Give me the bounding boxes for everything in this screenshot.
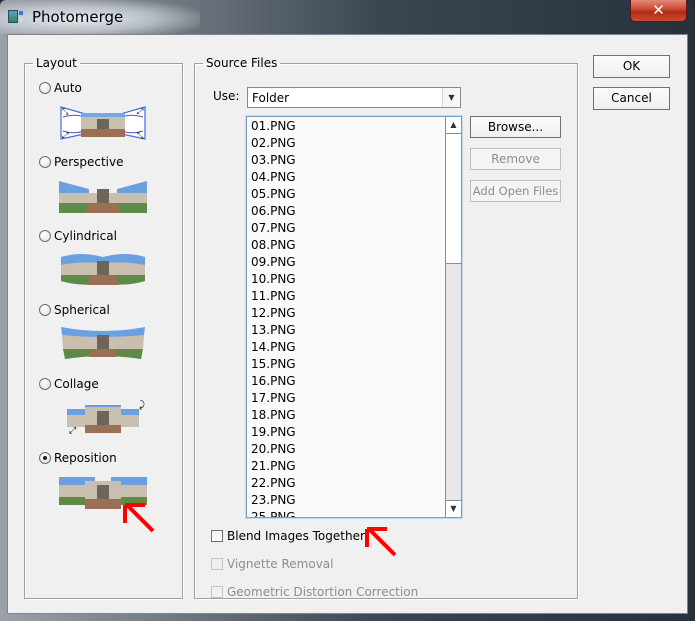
radio-button[interactable] (39, 156, 51, 168)
source-files-list[interactable]: 01.PNG 02.PNG 03.PNG 04.PNG 05.PNG 06.PNG 07.P… (246, 116, 462, 518)
radio-auto[interactable]: Auto (39, 81, 82, 95)
list-item[interactable]: 06.PNG (251, 203, 296, 220)
remove-button[interactable]: Remove (470, 148, 561, 170)
photomerge-window: Photomerge ✕ Layout Auto ⤡ ⤢ ⤢ ⤡ Perspec… (0, 0, 695, 621)
list-item[interactable]: 04.PNG (251, 169, 296, 186)
blend-images-option[interactable]: Blend Images Together (211, 529, 365, 543)
app-icon (8, 10, 24, 23)
radio-label: Spherical (54, 303, 110, 317)
close-button[interactable]: ✕ (630, 0, 687, 22)
list-item[interactable]: 19.PNG (251, 424, 296, 441)
use-label: Use: (213, 89, 240, 103)
list-item[interactable]: 22.PNG (251, 475, 296, 492)
radio-button[interactable] (39, 452, 51, 464)
list-item[interactable]: 02.PNG (251, 135, 296, 152)
radio-label: Collage (54, 377, 99, 391)
vignette-removal-option[interactable]: Vignette Removal (211, 557, 334, 571)
list-item[interactable]: 11.PNG (251, 288, 296, 305)
radio-button[interactable] (39, 304, 51, 316)
radio-button[interactable] (39, 378, 51, 390)
radio-perspective[interactable]: Perspective (39, 155, 124, 169)
browse-button[interactable]: Browse... (470, 116, 561, 138)
list-item[interactable]: 18.PNG (251, 407, 296, 424)
source-files-legend: Source Files (206, 56, 278, 70)
layout-group: Layout Auto ⤡ ⤢ ⤢ ⤡ Perspective Cylindri… (24, 57, 183, 599)
checkbox[interactable] (211, 530, 223, 542)
source-files-group: Source Files Use: Folder ▼ 01.PNG 02.PNG 0… (194, 57, 578, 599)
file-list-items: 01.PNG 02.PNG 03.PNG 04.PNG 05.PNG 06.PNG 07.P… (251, 118, 296, 517)
scroll-down-icon[interactable]: ▼ (446, 500, 461, 517)
list-item[interactable]: 07.PNG (251, 220, 296, 237)
radio-collage[interactable]: Collage (39, 377, 99, 391)
geometric-distortion-option[interactable]: Geometric Distortion Correction (211, 585, 418, 599)
annotation-arrow (365, 527, 397, 557)
list-item[interactable]: 05.PNG (251, 186, 296, 203)
svg-text:⤸: ⤸ (139, 400, 146, 411)
spherical-layout-preview (59, 325, 147, 361)
perspective-layout-preview (59, 177, 147, 213)
use-dropdown[interactable]: Folder ▼ (247, 87, 461, 108)
list-item[interactable]: 08.PNG (251, 237, 296, 254)
list-item[interactable]: 13.PNG (251, 322, 296, 339)
cancel-button[interactable]: Cancel (593, 87, 670, 110)
title-bar[interactable]: Photomerge ✕ (0, 0, 695, 34)
list-item[interactable]: 17.PNG (251, 390, 296, 407)
radio-label: Auto (54, 81, 82, 95)
list-item[interactable]: 12.PNG (251, 305, 296, 322)
list-item[interactable]: 01.PNG (251, 118, 296, 135)
list-item[interactable]: 15.PNG (251, 356, 296, 373)
radio-reposition[interactable]: Reposition (39, 451, 117, 465)
radio-cylindrical[interactable]: Cylindrical (39, 229, 117, 243)
list-item[interactable]: 09.PNG (251, 254, 296, 271)
checkbox-label: Blend Images Together (227, 529, 365, 543)
chevron-down-icon[interactable]: ▼ (442, 88, 460, 107)
svg-text:⤢: ⤢ (68, 426, 76, 435)
radio-label: Cylindrical (54, 229, 117, 243)
close-icon: ✕ (652, 1, 665, 19)
auto-layout-preview: ⤡ ⤢ ⤢ ⤡ (59, 105, 147, 141)
annotation-arrow (123, 503, 155, 533)
window-title: Photomerge (32, 8, 124, 26)
layout-legend: Layout (36, 56, 77, 70)
radio-label: Perspective (54, 155, 124, 169)
list-item[interactable]: 21.PNG (251, 458, 296, 475)
ok-button[interactable]: OK (593, 55, 670, 78)
list-item[interactable]: 16.PNG (251, 373, 296, 390)
checkbox-label: Vignette Removal (227, 557, 334, 571)
checkbox[interactable] (211, 586, 223, 598)
checkbox-label: Geometric Distortion Correction (227, 585, 419, 599)
list-item[interactable]: 10.PNG (251, 271, 296, 288)
svg-text:⤢: ⤢ (61, 131, 68, 140)
svg-text:⤡: ⤡ (62, 107, 69, 116)
dialog-client: Layout Auto ⤡ ⤢ ⤢ ⤡ Perspective Cylindri… (7, 34, 688, 614)
radio-button[interactable] (39, 230, 51, 242)
list-item[interactable]: 14.PNG (251, 339, 296, 356)
list-item[interactable]: 23.PNG (251, 492, 296, 509)
scrollbar-thumb[interactable] (446, 134, 461, 264)
cylindrical-layout-preview (59, 251, 147, 287)
checkbox[interactable] (211, 558, 223, 570)
list-item[interactable]: 25.PNG (251, 509, 296, 517)
radio-label: Reposition (54, 451, 117, 465)
list-scrollbar[interactable]: ▲ ▼ (445, 117, 461, 517)
list-item[interactable]: 20.PNG (251, 441, 296, 458)
radio-spherical[interactable]: Spherical (39, 303, 110, 317)
radio-button[interactable] (39, 82, 51, 94)
svg-text:⤡: ⤡ (137, 131, 144, 140)
scroll-up-icon[interactable]: ▲ (446, 117, 461, 134)
collage-layout-preview: ⤸ ⤢ (59, 399, 147, 435)
add-open-files-button[interactable]: Add Open Files (470, 180, 561, 202)
list-item[interactable]: 03.PNG (251, 152, 296, 169)
use-dropdown-value: Folder (252, 91, 290, 105)
svg-text:⤢: ⤢ (136, 107, 143, 116)
